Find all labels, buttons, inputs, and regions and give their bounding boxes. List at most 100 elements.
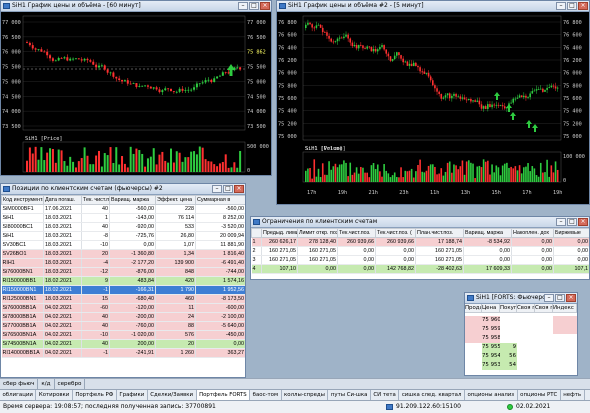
positions-titlebar[interactable]: Позиции по клиентским счетам (фьючерсы) … [1, 184, 245, 195]
table-row[interactable]: RI150000BN1 18.02.2021 -1 -166,31 1 790 1 952… [1, 285, 245, 295]
column-header[interactable]: Тек.чист.поз. [337, 228, 376, 238]
table-row[interactable]: RIH1 18.03.2021 -4 -2 177,20 139 900 -6 491,4… [1, 258, 245, 268]
column-header[interactable]: Тек. чист.поз [81, 195, 110, 205]
bid-volume-cell[interactable] [500, 334, 517, 343]
taskbar-window-button[interactable]: серебро [55, 379, 86, 389]
workspace-tab[interactable]: Котировки [36, 390, 73, 400]
workspace-tab[interactable]: Сделки/Заявки [148, 390, 197, 400]
workspace-tab[interactable]: СИ тета [371, 390, 400, 400]
price-level-cell[interactable]: 75 958 [482, 334, 500, 343]
orderbook-grid[interactable]: ПродажЦенаПокупкаСвоя пСвоя пИндекс75 96… [465, 304, 577, 375]
ask-volume-cell[interactable] [465, 343, 482, 352]
table-row[interactable]: 3 160 271,05 160 271,05 0,00 0,00 160 271,05 0… [251, 255, 589, 265]
table-row[interactable]: RI140000BB1A 04.02.2021 -1 -241,91 1 260 363,… [1, 348, 245, 358]
close-button[interactable]: × [234, 185, 244, 193]
bid-volume-cell[interactable]: 9 [500, 343, 517, 352]
price-level-cell[interactable]: 75 953 [482, 361, 500, 370]
taskbar-window-button[interactable]: к/д [38, 379, 55, 389]
close-button[interactable]: × [578, 2, 588, 10]
limits-window[interactable]: Ограничения по клиентским счетам – □ × П… [250, 216, 590, 280]
maximize-button[interactable]: □ [223, 185, 233, 193]
table-row[interactable]: Si76500BN1A 04.02.2021 -10 -1 020,00 576 -450… [1, 330, 245, 340]
maximize-button[interactable]: □ [567, 2, 577, 10]
orderbook-window[interactable]: SiH1 [FORTS: Фьючерс] – □ × ПродажЦенаПо… [464, 292, 578, 376]
table-row[interactable]: SiH1 18.03.2021 1 -143,00 76 114 8 252,00 [1, 213, 245, 223]
workspace-tab[interactable]: нефть [561, 390, 585, 400]
workspace-tab[interactable]: Портфель РФ [73, 390, 117, 400]
column-header[interactable]: Дата погаш. [43, 195, 82, 205]
maximize-button[interactable]: □ [249, 2, 259, 10]
price-level-cell[interactable]: 75 959 [482, 325, 500, 334]
limits-table[interactable]: Предыд. лимит Лимит откр. поз Тек.чист.поз… [251, 228, 589, 274]
workspace-tab[interactable]: баос-том [250, 390, 282, 400]
column-header[interactable]: Код инструмента [1, 195, 44, 205]
table-row[interactable]: Si78000BB1A 04.02.2021 40 -200,00 24 -2 100,0… [1, 312, 245, 322]
table-row[interactable]: Si74500BN1A 04.02.2021 40 200,00 20 0,00 [1, 339, 245, 349]
price-chart-area[interactable]: 76 800 76 800 76 600 76 600 76 400 76 400 76 2… [277, 12, 589, 204]
ask-volume-cell[interactable] [465, 316, 482, 325]
table-row[interactable]: Si76000BN1 18.03.2021 -12 -876,00 848 -744,00 [1, 267, 245, 277]
price-chart-area[interactable]: 77 000 77 000 76 500 76 500 76 000 75 862 75 5… [1, 12, 271, 175]
column-header[interactable]: План.чист.поз. [415, 228, 464, 238]
bid-volume-cell[interactable] [500, 316, 517, 325]
table-row[interactable]: 4 107,10 0,00 0,00 142 768,82 -28 402,63 17 60… [251, 264, 589, 274]
limits-titlebar[interactable]: Ограничения по клиентским счетам – □ × [251, 217, 589, 228]
positions-table[interactable]: Код инструментаДата погаш.Тек. чист.позВ… [1, 195, 245, 358]
ask-volume-cell[interactable] [465, 334, 482, 343]
workspace-tab[interactable]: Графики [117, 390, 148, 400]
close-button[interactable]: × [566, 294, 576, 302]
minimize-button[interactable]: – [556, 218, 566, 226]
ask-volume-cell[interactable] [465, 352, 482, 361]
column-header[interactable]: Суммарная в [195, 195, 245, 205]
close-button[interactable]: × [578, 218, 588, 226]
workspace-tab[interactable]: сишка след. квартал [399, 390, 465, 400]
column-header[interactable]: Накоплен. дох [511, 228, 554, 238]
workspace-tab[interactable]: опционы РТС [518, 390, 561, 400]
workspace-tab[interactable]: опционы анализ [465, 390, 518, 400]
workspace-tab[interactable]: коллы-спреды [282, 390, 329, 400]
bid-volume-cell[interactable]: 54 [500, 361, 517, 370]
table-row[interactable]: SV26BO1 18.03.2021 20 -1 360,80 1,34 1 816,40 [1, 249, 245, 259]
workspace-tab[interactable]: путы Си-шка [328, 390, 371, 400]
chart-window-60min[interactable]: SiH1 График цены и объёма - [60 минут] –… [0, 0, 272, 176]
table-row[interactable]: SiM0000BF1 17.06.2021 40 -560,00 228 -560,00 [1, 204, 245, 214]
table-row[interactable]: RI150000BB1 18.02.2021 9 483,84 420 1 574,16 [1, 276, 245, 286]
maximize-button[interactable]: □ [555, 294, 565, 302]
price-level-cell[interactable]: 75 955 [482, 343, 500, 352]
chart1-titlebar[interactable]: SiH1 График цены и объёма - [60 минут] –… [1, 1, 271, 12]
taskbar-window-button[interactable]: сбер фьюч [0, 379, 39, 389]
maximize-button[interactable]: □ [567, 218, 577, 226]
positions-window[interactable]: Позиции по клиентским счетам (фьючерсы) … [0, 183, 246, 378]
column-header[interactable]: Тек.чист.поз. ( [375, 228, 416, 238]
minimize-button[interactable]: – [556, 2, 566, 10]
chart2-titlebar[interactable]: SiH1 График цены и объёма #2 - [5 минут]… [277, 1, 589, 12]
table-row[interactable]: SiH1 18.03.2021 -8 -725,76 26,80 20 009,94 [1, 231, 245, 241]
column-header[interactable]: Биржевые [553, 228, 589, 238]
chart-window-5min[interactable]: SiH1 График цены и объёма #2 - [5 минут]… [276, 0, 590, 205]
table-row[interactable]: 1 260 626,17 278 128,40 260 939,66 260 939,6… [251, 237, 589, 247]
bid-volume-cell[interactable] [500, 325, 517, 334]
column-header[interactable]: Лимит откр. поз [297, 228, 338, 238]
minimize-button[interactable]: – [238, 2, 248, 10]
column-header[interactable]: Вариац. маржа [109, 195, 156, 205]
table-row[interactable]: 2 160 271,05 160 271,05 0,00 0,00 160 271,05 0… [251, 246, 589, 256]
price-level-cell[interactable]: 75 954 [482, 352, 500, 361]
column-header[interactable]: Предыд. лимит [261, 228, 298, 238]
table-row[interactable]: SV30BC1 18.03.2021 -10 0,00 1,07 11 881,90 [1, 240, 245, 250]
minimize-button[interactable]: – [544, 294, 554, 302]
table-row[interactable]: Si77000BB1A 04.02.2021 40 -760,00 88 -5 640,0… [1, 321, 245, 331]
column-header[interactable]: Эффект. цена [155, 195, 196, 205]
workspace-tab[interactable]: Портфель FORTS [196, 390, 251, 400]
price-level-cell[interactable]: 75 960 [482, 316, 500, 325]
table-row[interactable]: RI125000BN1 18.03.2021 15 -680,40 460 -8 173,… [1, 294, 245, 304]
table-row[interactable]: SI80000BC1 18.03.2021 40 -920,00 533 -3 520,0… [1, 222, 245, 232]
ask-volume-cell[interactable] [465, 325, 482, 334]
orderbook-titlebar[interactable]: SiH1 [FORTS: Фьючерс] – □ × [465, 293, 577, 304]
minimize-button[interactable]: – [212, 185, 222, 193]
workspace-tab[interactable]: облигации [0, 390, 37, 400]
close-button[interactable]: × [260, 2, 270, 10]
column-header[interactable]: Вариац. маржа [463, 228, 512, 238]
bid-volume-cell[interactable]: 56 [500, 352, 517, 361]
ask-volume-cell[interactable] [465, 361, 482, 370]
table-row[interactable]: Si76000BB1A 04.02.2021 -60 -120,00 11 -600,00 [1, 303, 245, 313]
